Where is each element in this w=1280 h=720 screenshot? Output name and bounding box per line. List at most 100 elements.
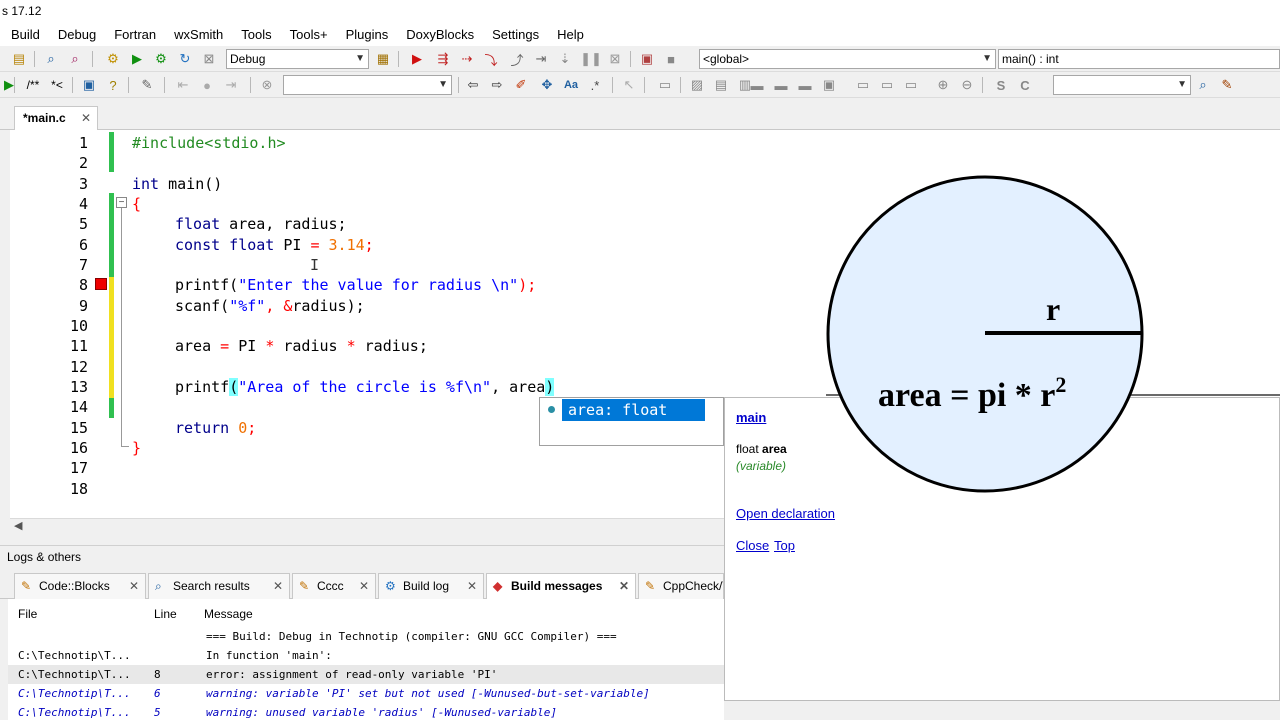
next-instruction-icon[interactable]: ⇥ (532, 50, 550, 68)
symbol-search-combo[interactable]: ▼ (1053, 75, 1191, 95)
stop-icon[interactable]: ⊠ (606, 50, 624, 68)
doxy-inline-comment-button[interactable]: *< (46, 76, 68, 94)
find-icon[interactable]: ⌕ (42, 50, 60, 68)
column-file[interactable]: File (18, 607, 37, 621)
run-icon[interactable]: ▶ (128, 50, 146, 68)
scope-select[interactable]: <global> ▼ (699, 49, 996, 69)
search-icon[interactable]: ⌕ (1194, 76, 1212, 94)
next-line-icon[interactable]: ⇢ (458, 50, 476, 68)
scroll-left-icon[interactable]: ◀ (14, 519, 22, 532)
debug-windows-icon[interactable]: ▣ (638, 50, 656, 68)
menu-fortran[interactable]: Fortran (104, 24, 164, 46)
layout-a-icon[interactable]: ▭ (854, 76, 872, 94)
target-options-icon[interactable]: ▦ (374, 50, 392, 68)
menu-tools-plus[interactable]: Tools+ (280, 24, 336, 46)
menu-settings[interactable]: Settings (482, 24, 547, 46)
settings-wrench-icon[interactable]: ✎ (1218, 76, 1236, 94)
tab-cccc[interactable]: ✎ Cccc ✕ (292, 573, 376, 599)
top-link[interactable]: Top (774, 538, 795, 553)
table-row[interactable]: C:\Technotip\T... 5 warning: unused variab… (8, 703, 724, 720)
tab-cppcheck[interactable]: ✎ CppCheck/V (638, 573, 724, 599)
tab-main-c[interactable]: *main.c ✕ (14, 106, 98, 130)
clear-icon[interactable]: ⊗ (258, 76, 276, 94)
build-run-icon[interactable]: ⚙ (152, 50, 170, 68)
layout-c-icon[interactable]: ▭ (902, 76, 920, 94)
doxy-help-icon[interactable]: ? (104, 76, 122, 94)
doxywizard-icon[interactable]: ▣ (80, 76, 98, 94)
abort-icon[interactable]: ⊠ (200, 50, 218, 68)
tab-build-log[interactable]: ⚙ Build log ✕ (378, 573, 484, 599)
close-icon[interactable]: ✕ (359, 574, 369, 598)
pointer-icon[interactable]: ↖ (620, 76, 638, 94)
layout-b-icon[interactable]: ▭ (878, 76, 896, 94)
menu-wxsmith[interactable]: wxSmith (164, 24, 231, 46)
menu-debug[interactable]: Debug (48, 24, 104, 46)
arrow-left-icon[interactable]: ⇦ (464, 76, 482, 94)
close-icon[interactable]: ✕ (273, 574, 283, 598)
zoom-in-icon[interactable]: ⊕ (934, 76, 952, 94)
bookmark-icon[interactable]: ● (198, 76, 216, 94)
match-case-icon[interactable]: Aa (562, 76, 580, 94)
paste-icon[interactable]: ▤ (10, 50, 28, 68)
step-into-icon[interactable]: ⤵ (482, 50, 500, 68)
wrench-icon[interactable]: ✎ (138, 76, 156, 94)
build-target-select[interactable]: Debug ▼ (226, 49, 369, 69)
menu-tools[interactable]: Tools (231, 24, 279, 46)
debug-start-icon[interactable]: ▶ (408, 50, 426, 68)
highlight-icon[interactable]: ✐ (512, 76, 530, 94)
button-widget-icon[interactable]: ▬ (748, 76, 766, 94)
menu-help[interactable]: Help (547, 24, 592, 46)
symbol-c-icon[interactable]: C (1016, 76, 1034, 94)
textctrl-widget-icon[interactable]: ▬ (772, 76, 790, 94)
search-combo[interactable]: ▼ (283, 75, 452, 95)
build-gear-icon[interactable]: ⚙ (104, 50, 122, 68)
menu-doxyblocks[interactable]: DoxyBlocks (396, 24, 482, 46)
table-row[interactable]: === Build: Debug in Technotip (compiler:… (8, 627, 724, 646)
close-icon[interactable]: ✕ (129, 574, 139, 598)
regex-icon[interactable]: ✥ (538, 76, 556, 94)
scope-link[interactable]: main (736, 410, 766, 425)
doxy-comment-button[interactable]: /** (22, 76, 44, 94)
build-messages-list[interactable]: File Line Message === Build: Debug in Te… (8, 599, 724, 720)
symbol-s-icon[interactable]: S (992, 76, 1010, 94)
menu-plugins[interactable]: Plugins (336, 24, 397, 46)
jump-forward-icon[interactable]: ⇥ (222, 76, 240, 94)
run-to-cursor-icon[interactable]: ⇶ (434, 50, 452, 68)
close-icon[interactable]: ✕ (467, 574, 477, 598)
arrow-right-icon[interactable]: ⇨ (488, 76, 506, 94)
table-row[interactable]: C:\Technotip\T... 6 warning: variable 'PI'… (8, 684, 724, 703)
tab-codeblocks-log[interactable]: ✎ Code::Blocks ✕ (14, 573, 146, 599)
step-instruction-icon[interactable]: ⇣ (556, 50, 574, 68)
debug-info-icon[interactable]: ■ (662, 50, 680, 68)
jump-back-icon[interactable]: ⇤ (174, 76, 192, 94)
autocomplete-item[interactable]: area: float (562, 399, 705, 421)
diamond-icon: ◆ (493, 579, 503, 593)
choice-widget-icon[interactable]: ▬ (796, 76, 814, 94)
table-row[interactable]: C:\Technotip\T... 8 error: assignment of r… (8, 665, 724, 684)
zoom-out-icon[interactable]: ⊖ (958, 76, 976, 94)
step-out-icon[interactable]: ⤴ (508, 50, 526, 68)
function-select[interactable]: main() : int (998, 49, 1280, 69)
frame-icon[interactable]: ▭ (656, 76, 674, 94)
table-row[interactable]: C:\Technotip\T... In function 'main': (8, 646, 724, 665)
close-link[interactable]: Close (736, 538, 769, 553)
panel-icon[interactable]: ▤ (712, 76, 730, 94)
tab-search-results[interactable]: ⌕ Search results ✕ (148, 573, 290, 599)
replace-icon[interactable]: ⌕ (66, 50, 84, 68)
editor-horizontal-scrollbar[interactable]: ◀ (10, 518, 724, 534)
close-icon[interactable]: ✕ (81, 107, 91, 129)
wildcard-icon[interactable]: .* (586, 76, 604, 94)
rebuild-icon[interactable]: ↻ (176, 50, 194, 68)
sizer-widget-icon[interactable]: ▣ (820, 76, 838, 94)
open-declaration-link[interactable]: Open declaration (736, 506, 835, 521)
close-icon[interactable]: ✕ (619, 574, 629, 598)
column-message[interactable]: Message (204, 607, 253, 621)
pause-icon[interactable]: ❚❚ (580, 50, 602, 68)
menu-build[interactable]: Build (0, 24, 48, 46)
column-line[interactable]: Line (154, 607, 177, 621)
image-icon[interactable]: ▨ (688, 76, 706, 94)
fold-toggle[interactable]: − (116, 197, 127, 208)
breakpoint-marker[interactable] (95, 278, 107, 290)
tab-build-messages[interactable]: ◆ Build messages ✕ (486, 573, 636, 599)
run-small-icon[interactable]: ▶ (0, 76, 18, 94)
